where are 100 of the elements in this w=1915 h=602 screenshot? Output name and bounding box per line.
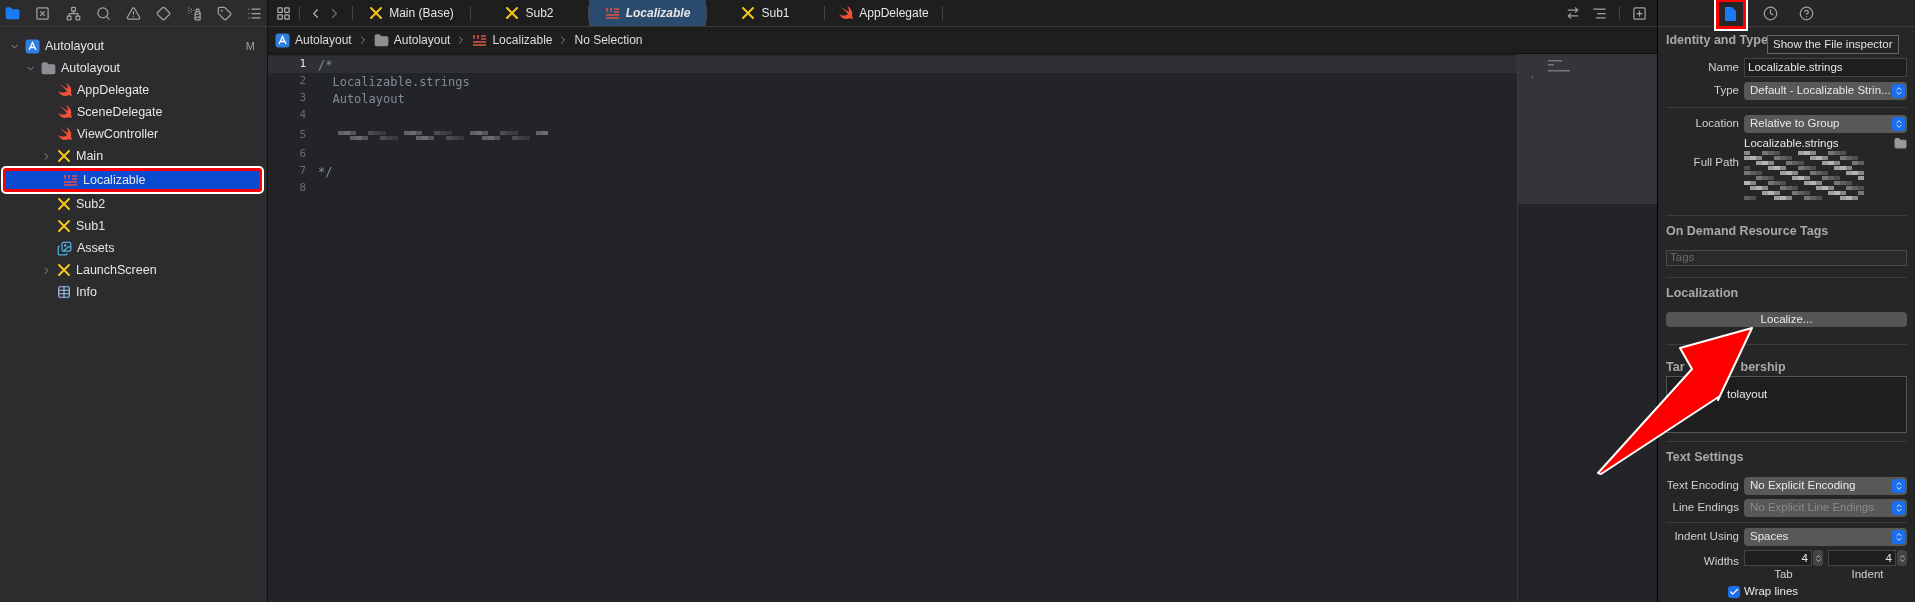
search-icon[interactable] (95, 5, 111, 21)
stepper-icon (1892, 530, 1905, 544)
tree-row[interactable]: Main (0, 147, 265, 165)
field-label: Widths (1702, 554, 1739, 569)
breadcrumb-item[interactable]: No Selection (574, 31, 643, 49)
diamond-icon[interactable] (156, 5, 172, 21)
code-comment: /* (318, 56, 333, 74)
crossed-tools-icon (57, 263, 71, 277)
folder-icon[interactable] (1894, 137, 1907, 151)
list-icon[interactable] (247, 5, 262, 21)
file-name: SceneDelegate (77, 103, 163, 121)
section-heading: bership (1740, 359, 1786, 375)
checkbox-label: Wrap lines (1744, 584, 1799, 600)
editor-tab[interactable]: Sub1 (707, 0, 824, 26)
table-icon (57, 285, 71, 299)
tree-row[interactable]: Sub2 (0, 195, 265, 213)
images-icon (57, 240, 72, 256)
localize-button[interactable]: Localize... (1666, 312, 1907, 328)
checkbox[interactable] (1728, 585, 1740, 598)
tree-row[interactable]: Localizable (6, 171, 259, 189)
field-label: Indent Using (1673, 529, 1739, 545)
line-number: 5 (298, 126, 306, 143)
stepper-icon (1892, 479, 1905, 493)
file-name: LaunchScreen (76, 261, 157, 279)
tree-row[interactable]: LaunchScreen (0, 261, 265, 279)
crossed-tools-icon (57, 219, 71, 233)
tree-row[interactable]: SceneDelegate (0, 103, 265, 121)
app-icon (25, 38, 40, 54)
clock-icon[interactable] (1763, 5, 1778, 21)
line-number: 8 (298, 180, 306, 197)
editor-tab[interactable]: Localizable (589, 0, 706, 26)
file-icon[interactable] (1724, 6, 1737, 22)
quote-lines-icon (604, 6, 620, 20)
crossed-tools-icon (369, 6, 384, 20)
quote-lines-icon (472, 33, 488, 47)
number-field[interactable]: 4 (1828, 550, 1896, 566)
folder-icon[interactable] (5, 5, 20, 21)
x-square-icon[interactable] (35, 5, 51, 21)
hierarchy-icon[interactable] (65, 5, 81, 21)
grid-icon[interactable] (276, 5, 291, 21)
tree-row[interactable]: ViewController (0, 125, 265, 143)
breadcrumb-item[interactable]: Autolayout (393, 31, 451, 49)
warning-icon[interactable] (126, 5, 141, 21)
bird-icon (838, 6, 854, 20)
file-name: AppDelegate (77, 81, 150, 99)
popup-button[interactable]: Relative to Group (1744, 114, 1907, 133)
tags-field[interactable]: Tags (1666, 249, 1907, 266)
stepper-icon[interactable] (1897, 550, 1907, 566)
tag-icon[interactable] (216, 5, 232, 21)
quote-lines-icon (63, 173, 78, 187)
file-name: Autolayout (61, 59, 121, 77)
tree-row[interactable]: Autolayout (0, 59, 265, 77)
swap-arrows-icon[interactable] (1566, 6, 1580, 20)
file-name: Sub1 (76, 217, 106, 235)
field-label: Type (1713, 83, 1739, 99)
editor-tab[interactable]: AppDelegate (825, 0, 942, 26)
breadcrumb-item[interactable]: Localizable (492, 31, 553, 49)
field-label: Location (1694, 116, 1739, 132)
crossed-tools-icon (57, 149, 71, 163)
field-label: Line Endings (1671, 500, 1739, 516)
bird-icon (57, 83, 72, 97)
stepper-icon (1892, 501, 1905, 515)
tree-row[interactable]: Assets (0, 239, 265, 257)
line-number: 3 (298, 90, 306, 107)
line-number: 4 (298, 107, 306, 124)
editor-tab[interactable]: Main (Base) (353, 0, 470, 26)
add-panel-icon[interactable] (1632, 5, 1647, 21)
popup-button[interactable]: Default - Localizable Strin... (1744, 81, 1907, 100)
name-field[interactable]: Localizable.strings (1744, 58, 1907, 78)
tree-row[interactable]: AppDelegate (0, 81, 265, 99)
popup-button[interactable]: Spaces (1744, 528, 1907, 546)
target-name[interactable]: tolayout (1727, 388, 1768, 401)
file-name: Sub2 (76, 195, 106, 213)
tree-row[interactable]: Autolayout M (0, 37, 265, 55)
help-icon[interactable] (1799, 5, 1814, 21)
crossed-tools-icon (57, 197, 71, 211)
code-comment: Autolayout (331, 90, 405, 108)
tree-row[interactable]: Sub1 (0, 217, 265, 235)
tooltip: Show the File inspector (1767, 35, 1899, 54)
field-label: Name (1707, 60, 1739, 76)
line-number: 1 (298, 56, 306, 73)
crossed-tools-icon (505, 6, 520, 20)
breadcrumb-item[interactable]: Autolayout (295, 31, 352, 49)
section-heading: Identity and Type (1666, 32, 1768, 49)
line-number: 7 (298, 163, 306, 180)
field-caption: Indent (1851, 567, 1884, 582)
editor-tab[interactable]: Sub2 (471, 0, 588, 26)
stepper-icon[interactable] (1813, 550, 1823, 566)
number-field[interactable]: 4 (1744, 550, 1812, 566)
section-heading: Tar (1666, 359, 1685, 375)
lines-panel-icon[interactable] (1592, 5, 1607, 21)
file-name: Info (76, 283, 97, 301)
tree-row[interactable]: Info (0, 283, 265, 301)
section-heading: Localization (1666, 284, 1739, 302)
field-label: Text Encoding (1666, 478, 1739, 494)
file-name: Main (76, 147, 104, 165)
popup-button[interactable]: No Explicit Encoding (1744, 477, 1907, 495)
field-label: Full Path (1692, 154, 1739, 170)
spray-can-icon[interactable] (186, 5, 202, 21)
crossed-tools-icon (741, 6, 756, 20)
